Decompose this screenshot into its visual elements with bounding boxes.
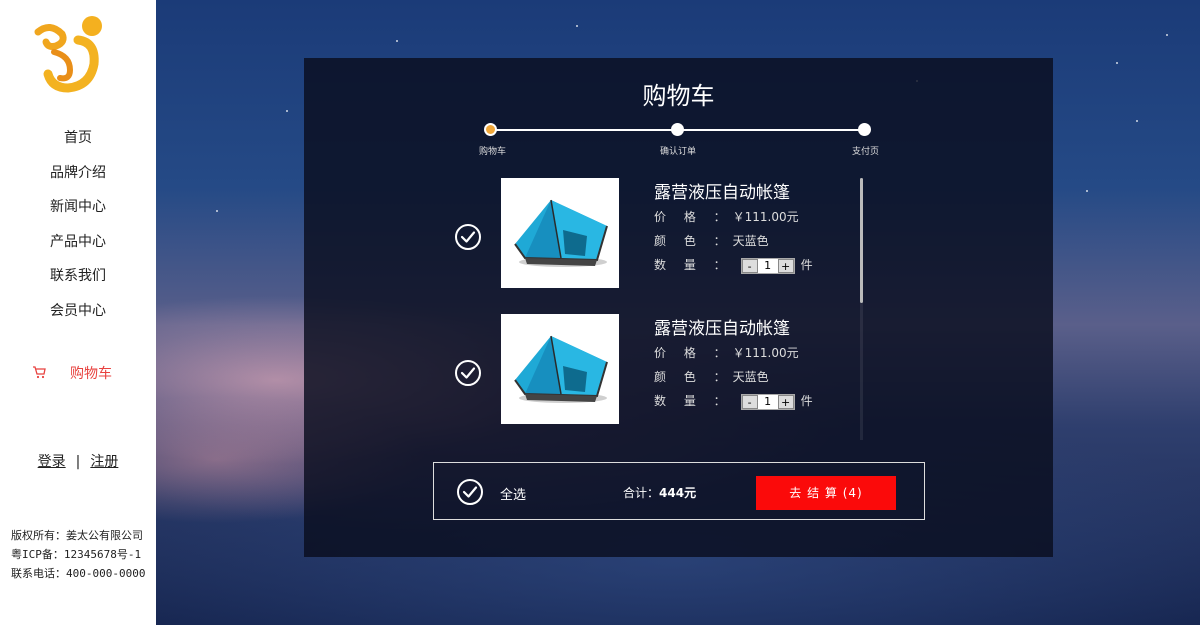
cart-panel: 购物车 购物车 确认订单 支付页 露营液压自动帐篷 价 格 ：￥111.00元 …: [304, 58, 1053, 557]
step-dot-pay: [858, 123, 871, 136]
quantity-value[interactable]: 1: [758, 259, 778, 273]
tent-image: [514, 335, 608, 403]
auth-separator: |: [75, 454, 81, 470]
quantity-row: 数 量 ： -1 + 件: [654, 392, 813, 410]
quantity-label: 数 量 ：: [654, 394, 733, 408]
nav-item-products[interactable]: 产品中心: [0, 228, 156, 263]
quantity-unit: 件: [800, 258, 813, 272]
brand-logo[interactable]: [30, 12, 110, 94]
sidebar: 首页 品牌介绍 新闻中心 产品中心 联系我们 会员中心 购物车 登录 | 注册 版权…: [0, 0, 156, 625]
nav-item-contact[interactable]: 联系我们: [0, 262, 156, 297]
nav-item-member[interactable]: 会员中心: [0, 297, 156, 332]
quantity-value[interactable]: 1: [758, 395, 778, 409]
decrement-button[interactable]: -: [741, 394, 758, 409]
cart-link-label: 购物车: [70, 366, 112, 382]
decrement-button[interactable]: -: [741, 258, 758, 273]
step-dot-cart: [484, 123, 497, 136]
auth-links: 登录 | 注册: [0, 451, 156, 471]
copyright-text: 版权所有：姜太公有限公司: [11, 529, 143, 542]
quantity-unit: 件: [800, 394, 813, 408]
quantity-stepper: -1 +: [740, 257, 795, 274]
product-name: 露营液压自动帐篷: [654, 319, 790, 339]
cart-item: 露营液压自动帐篷 价 格 ：￥111.00元 颜 色 ：天蓝色 数 量 ： -1 +…: [444, 314, 864, 424]
quantity-row: 数 量 ： -1 + 件: [654, 256, 813, 274]
product-thumbnail[interactable]: [501, 314, 619, 424]
total-value: 444元: [659, 486, 697, 500]
price-label: 价 格 ：: [654, 210, 733, 224]
color-label: 颜 色 ：: [654, 234, 733, 248]
checkout-progress: 购物车 确认订单 支付页: [474, 122, 879, 162]
tent-image: [514, 199, 608, 267]
price-row: 价 格 ：￥111.00元: [654, 208, 799, 225]
price-label: 价 格 ：: [654, 346, 733, 360]
login-link[interactable]: 登录: [38, 454, 66, 470]
step-label-confirm: 确认订单: [660, 147, 697, 157]
color-row: 颜 色 ：天蓝色: [654, 232, 769, 249]
cart-items-list: 露营液压自动帐篷 价 格 ：￥111.00元 颜 色 ：天蓝色 数 量 ： -1 +…: [444, 178, 874, 440]
scrollbar-thumb[interactable]: [860, 178, 863, 303]
step-label-pay: 支付页: [852, 147, 880, 157]
price-row: 价 格 ：￥111.00元: [654, 344, 799, 361]
main-nav: 首页 品牌介绍 新闻中心 产品中心 联系我们 会员中心: [0, 124, 156, 332]
register-link[interactable]: 注册: [90, 454, 118, 470]
checkmark-circle-icon[interactable]: [454, 359, 482, 387]
price-value: ￥111.00元: [732, 346, 799, 360]
color-row: 颜 色 ：天蓝色: [654, 368, 769, 385]
total-label: 合计：: [623, 486, 660, 500]
cart-item: 露营液压自动帐篷 价 格 ：￥111.00元 颜 色 ：天蓝色 数 量 ： -1 +…: [444, 178, 864, 288]
increment-button[interactable]: +: [777, 258, 794, 273]
product-thumbnail[interactable]: [501, 178, 619, 288]
footer-info: 版权所有：姜太公有限公司 粤ICP备：12345678号-1 联系电话：400-…: [11, 526, 145, 583]
color-value: 天蓝色: [732, 370, 769, 384]
color-label: 颜 色 ：: [654, 370, 733, 384]
color-value: 天蓝色: [732, 234, 769, 248]
quantity-label: 数 量 ：: [654, 258, 733, 272]
checkmark-circle-icon[interactable]: [454, 223, 482, 251]
nav-item-brand[interactable]: 品牌介绍: [0, 159, 156, 194]
increment-button[interactable]: +: [777, 394, 794, 409]
icp-text: 粤ICP备：12345678号-1: [11, 548, 142, 561]
step-label-cart: 购物车: [479, 147, 507, 157]
step-dot-confirm: [671, 123, 684, 136]
select-all-checkmark-icon[interactable]: [456, 478, 484, 506]
phone-text: 联系电话：400-000-0000: [11, 567, 146, 580]
checkout-button[interactable]: 去 结 算 (4): [756, 476, 896, 510]
quantity-stepper: -1 +: [740, 393, 795, 410]
nav-item-cart[interactable]: 购物车: [0, 362, 156, 384]
product-name: 露营液压自动帐篷: [654, 183, 790, 203]
cart-icon: [33, 366, 46, 379]
total-price: 合计：444元: [623, 484, 696, 501]
nav-item-news[interactable]: 新闻中心: [0, 193, 156, 228]
nav-item-home[interactable]: 首页: [0, 124, 156, 159]
price-value: ￥111.00元: [732, 210, 799, 224]
items-scrollbar[interactable]: [860, 178, 863, 440]
select-all-label[interactable]: 全选: [500, 484, 526, 503]
page-title: 购物车: [642, 82, 715, 110]
cart-summary-bar: 全选 合计：444元 去 结 算 (4): [433, 462, 925, 520]
